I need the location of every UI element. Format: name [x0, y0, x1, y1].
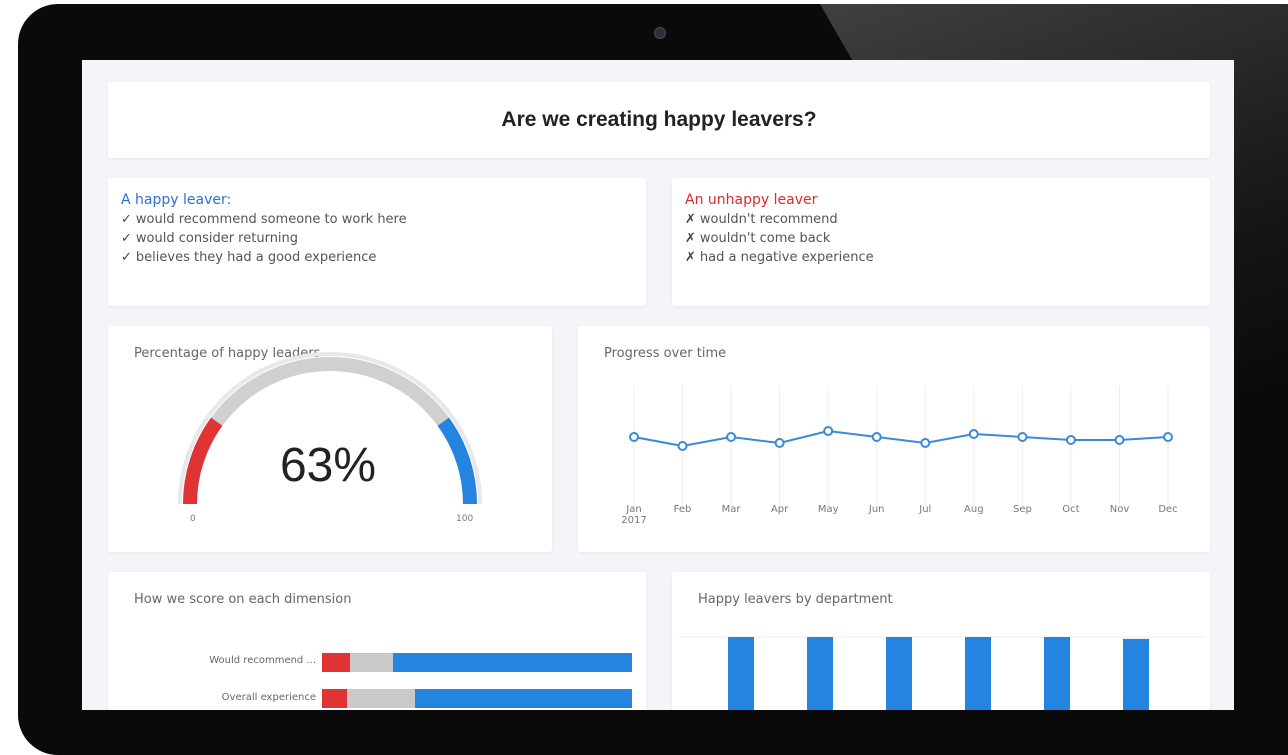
- department-bar: [1044, 637, 1070, 710]
- cross-icon: ✗: [685, 250, 696, 265]
- data-point: [726, 432, 737, 442]
- score-row-label: Would recommend ...: [209, 655, 316, 666]
- data-point: [1163, 432, 1173, 442]
- cross-icon: ✗: [685, 212, 696, 227]
- x-tick-label: Feb: [674, 504, 692, 515]
- x-tick-label: Dec: [1158, 504, 1177, 515]
- unhappy-criterion: ✗ wouldn't come back: [685, 229, 1197, 248]
- progress-line-chart: Jan Feb Mar Apr May Jun Jul Aug Sep Oct Nov Dec 2017: [621, 386, 1178, 526]
- score-bar: [322, 653, 632, 672]
- score-card: How we score on each dimension Would rec…: [108, 572, 646, 710]
- progress-card: Progress over time Jan Feb Mar Apr May Jun Jul…: [578, 326, 1210, 552]
- score-bar-negative: [322, 689, 347, 708]
- data-point: [1065, 435, 1076, 445]
- x-tick-label: Sep: [1013, 504, 1032, 515]
- series-line: [633, 429, 1169, 448]
- happy-criterion-text: would consider returning: [135, 231, 299, 246]
- happy-criterion-text: would recommend someone to work here: [135, 212, 407, 227]
- unhappy-criterion: ✗ wouldn't recommend: [685, 210, 1197, 229]
- data-point: [774, 438, 785, 448]
- score-bar-positive: [414, 689, 632, 708]
- x-tick-label: Jan: [625, 504, 641, 515]
- score-bar-neutral: [349, 653, 394, 672]
- camera-icon: [654, 27, 666, 39]
- unhappy-criterion-text: wouldn't come back: [699, 231, 831, 246]
- department-bar: [1123, 638, 1149, 710]
- page-title: Are we creating happy leavers?: [501, 108, 817, 131]
- x-tick-label: Jul: [918, 504, 931, 515]
- x-tick-label: Aug: [964, 504, 984, 515]
- data-point: [968, 429, 979, 439]
- department-bar: [965, 637, 991, 710]
- x-tick-label: Jun: [868, 504, 885, 515]
- happy-leaver-card: A happy leaver: ✓ would recommend someone…: [108, 178, 646, 306]
- data-point: [1114, 435, 1125, 445]
- unhappy-leaver-heading: An unhappy leaver: [685, 192, 818, 208]
- dashboard-screen: Are we creating happy leavers? A happy l…: [82, 60, 1234, 710]
- x-tick-label: Apr: [771, 504, 789, 515]
- score-title: How we score on each dimension: [134, 592, 352, 607]
- x-tick-label: May: [818, 504, 839, 515]
- cross-icon: ✗: [685, 231, 696, 246]
- data-point: [920, 438, 931, 448]
- department-bar: [886, 637, 912, 710]
- unhappy-criterion: ✗ had a negative experience: [685, 248, 1197, 267]
- dept-card: Happy leavers by department: [672, 572, 1210, 710]
- gauge-value: 63%: [279, 439, 377, 492]
- happy-criterion: ✓ believes they had a good experience: [121, 248, 633, 267]
- data-point: [1017, 432, 1028, 442]
- gauge-min-label: 0: [190, 514, 196, 524]
- check-icon: ✓: [121, 231, 132, 246]
- data-point: [677, 441, 688, 451]
- happy-criterion-text: believes they had a good experience: [135, 250, 377, 265]
- score-bar-negative: [322, 653, 350, 672]
- gauge-card: Percentage of happy leaders 63% 0 100: [108, 326, 552, 552]
- department-bar: [807, 637, 833, 710]
- unhappy-leaver-card: An unhappy leaver ✗ wouldn't recommend ✗ w…: [672, 178, 1210, 306]
- gauge-max-label: 100: [456, 514, 474, 524]
- score-row-label: Overall experience: [221, 692, 316, 703]
- data-point: [871, 432, 882, 442]
- check-icon: ✓: [121, 212, 132, 227]
- dept-bar-chart: [678, 636, 1204, 710]
- x-tick-label: Nov: [1110, 504, 1130, 515]
- x-tick-label: Oct: [1062, 504, 1079, 515]
- score-bar-positive: [393, 653, 632, 672]
- happy-criterion: ✓ would consider returning: [121, 229, 633, 248]
- check-icon: ✓: [121, 250, 132, 265]
- unhappy-criterion-text: had a negative experience: [699, 250, 874, 265]
- x-tick-sublabel: 2017: [621, 515, 646, 526]
- title-card: Are we creating happy leavers?: [108, 82, 1210, 158]
- data-point: [823, 426, 834, 436]
- unhappy-criterion-text: wouldn't recommend: [699, 212, 838, 227]
- happy-leaver-heading: A happy leaver:: [121, 192, 232, 208]
- score-bar: [322, 689, 632, 708]
- department-bar: [728, 637, 754, 710]
- data-point: [629, 432, 639, 442]
- score-bar-neutral: [346, 689, 415, 708]
- happy-criterion: ✓ would recommend someone to work here: [121, 210, 633, 229]
- x-tick-label: Mar: [722, 504, 742, 515]
